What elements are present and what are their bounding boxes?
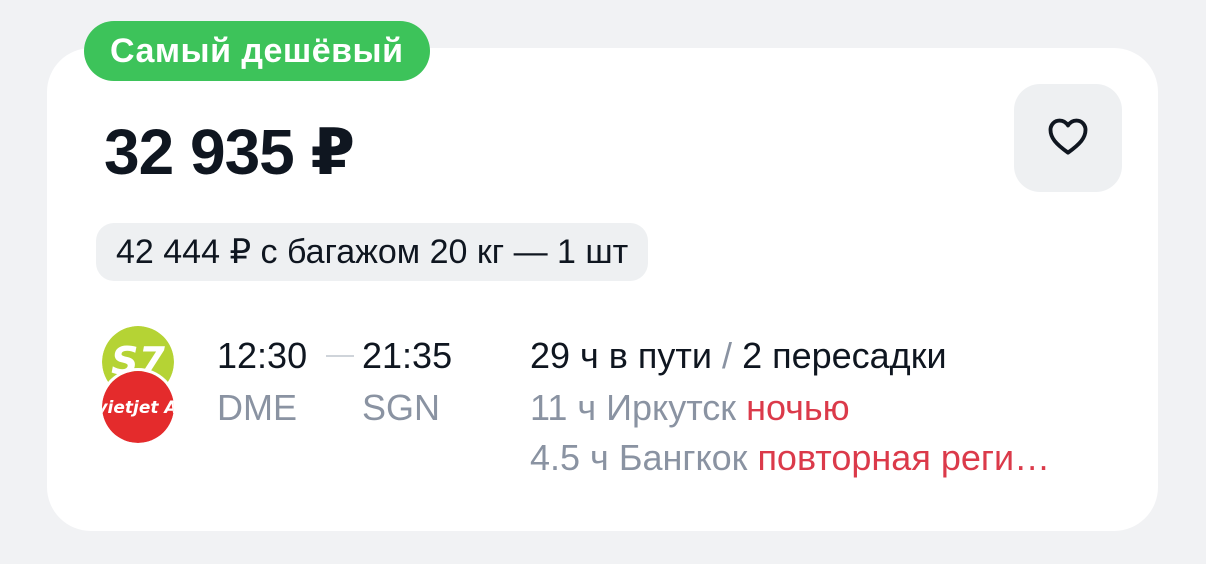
baggage-price-option[interactable]: 42 444 ₽ с багажом 20 кг — 1 шт — [96, 223, 649, 281]
cheapest-badge: Самый дешёвый — [84, 21, 430, 81]
departure-airport: DME — [217, 387, 297, 428]
layover-row: 4.5 ч Бангкок повторная реги… — [530, 436, 1050, 480]
vietjet-airline-logo: vietjet A — [102, 371, 174, 443]
svg-text:vietjet A: vietjet A — [102, 398, 174, 418]
layover-city: Бангкок — [618, 437, 748, 478]
arrival-airport: SGN — [362, 387, 441, 428]
trip-duration: 29 ч в пути — [530, 335, 713, 376]
departure-time: 12:30 — [217, 335, 308, 376]
trip-summary: 29 ч в пути / 2 пересадки — [530, 334, 947, 378]
arrival-time: 21:35 — [362, 335, 453, 376]
stops-count: 2 пересадки — [742, 335, 947, 376]
favorite-button[interactable] — [1014, 84, 1122, 192]
layover-row: 11 ч Иркутск ночью — [530, 386, 850, 430]
layover-duration: 4.5 ч — [530, 437, 609, 478]
layover-warning: повторная реги… — [757, 437, 1051, 478]
summary-separator: / — [722, 335, 733, 376]
layover-warning: ночью — [746, 387, 850, 428]
layover-duration: 11 ч — [530, 387, 597, 428]
layover-city: Иркутск — [606, 387, 737, 428]
ticket-price: 32 935 ₽ — [104, 116, 355, 188]
heart-icon — [1047, 116, 1089, 161]
time-separator — [326, 355, 354, 357]
